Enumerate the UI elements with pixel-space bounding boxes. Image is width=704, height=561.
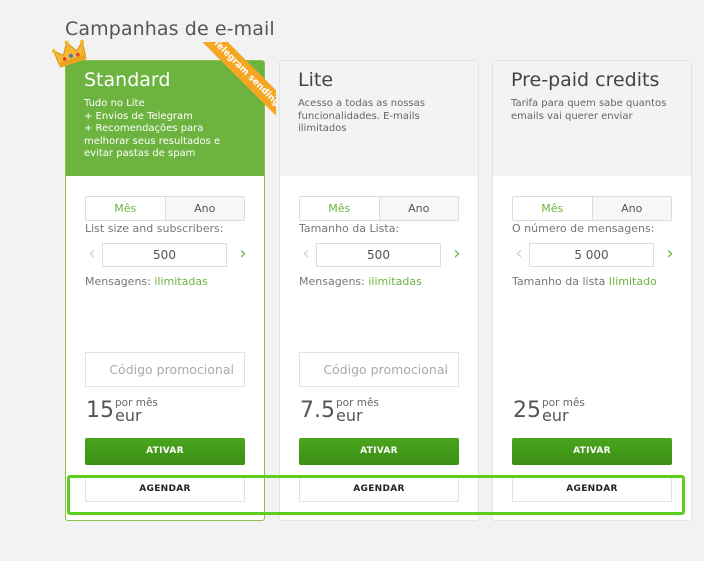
messages-info: Mensagens: ilimitadas xyxy=(85,275,208,288)
promo-code-input[interactable]: Código promocional xyxy=(299,352,459,387)
toggle-year[interactable]: Ano xyxy=(379,197,458,220)
price: 7.5 por mês eur xyxy=(300,396,379,426)
messages-value: Ilimitado xyxy=(608,275,657,288)
crown-icon xyxy=(52,39,87,68)
activate-button[interactable]: ATIVAR xyxy=(85,438,245,465)
activate-button[interactable]: ATIVAR xyxy=(512,438,672,465)
price: 25 por mês eur xyxy=(513,396,585,426)
quantity-input[interactable]: 5 000 xyxy=(529,243,654,267)
messages-value: ilimitadas xyxy=(368,275,422,288)
ribbon-label: Telegram sendings xyxy=(199,42,276,124)
toggle-month[interactable]: Mês xyxy=(300,197,380,220)
messages-label: Mensagens: xyxy=(299,275,369,288)
messages-label: Mensagens: xyxy=(85,275,155,288)
activate-button[interactable]: ATIVAR xyxy=(299,438,459,465)
price-currency: eur xyxy=(115,406,142,425)
quantity-input[interactable]: 500 xyxy=(102,243,227,267)
chevron-right-icon[interactable]: › xyxy=(663,243,677,267)
toggle-month[interactable]: Mês xyxy=(86,197,166,220)
quantity-stepper: ‹ 500 › xyxy=(299,243,464,267)
quantity-label: O número de mensagens: xyxy=(512,222,655,235)
schedule-buttons-highlight xyxy=(67,475,685,515)
plan-header: Pre-paid credits Tarifa para quem sabe q… xyxy=(493,61,691,176)
quantity-stepper: ‹ 5 000 › xyxy=(512,243,677,267)
price-amount: 7.5 xyxy=(300,398,335,423)
billing-period-toggle: Mês Ano xyxy=(299,196,459,221)
plan-card-prepaid: Pre-paid credits Tarifa para quem sabe q… xyxy=(492,60,692,521)
plan-card-lite: Lite Acesso a todas as nossas funcionali… xyxy=(279,60,479,521)
price-currency: eur xyxy=(542,406,569,425)
plan-name: Pre-paid credits xyxy=(511,69,660,91)
price: 15 por mês eur xyxy=(86,396,158,426)
chevron-right-icon[interactable]: › xyxy=(450,243,464,267)
quantity-label: Tamanho da Lista: xyxy=(299,222,400,235)
page-title: Campanhas de e-mail xyxy=(65,18,275,40)
toggle-month[interactable]: Mês xyxy=(513,197,593,220)
messages-info: Tamanho da lista Ilimitado xyxy=(512,275,657,288)
toggle-year[interactable]: Ano xyxy=(165,197,244,220)
messages-value: ilimitadas xyxy=(154,275,208,288)
toggle-year[interactable]: Ano xyxy=(592,197,671,220)
plan-name: Lite xyxy=(298,69,334,91)
price-amount: 15 xyxy=(86,398,114,423)
price-amount: 25 xyxy=(513,398,541,423)
chevron-left-icon[interactable]: ‹ xyxy=(512,243,526,267)
chevron-right-icon[interactable]: › xyxy=(236,243,250,267)
messages-label: Tamanho da lista xyxy=(512,275,609,288)
chevron-left-icon[interactable]: ‹ xyxy=(299,243,313,267)
price-currency: eur xyxy=(336,406,363,425)
plan-header: Lite Acesso a todas as nossas funcionali… xyxy=(280,61,478,176)
promo-code-input[interactable]: Código promocional xyxy=(85,352,245,387)
quantity-label: List size and subscribers: xyxy=(85,222,224,235)
billing-period-toggle: Mês Ano xyxy=(512,196,672,221)
chevron-left-icon[interactable]: ‹ xyxy=(85,243,99,267)
quantity-input[interactable]: 500 xyxy=(316,243,441,267)
plan-description: Acesso a todas as nossas funcionalidades… xyxy=(298,98,425,134)
plan-description: Tarifa para quem sabe quantos emails vai… xyxy=(511,98,667,122)
telegram-ribbon: Telegram sendings xyxy=(184,42,276,134)
billing-period-toggle: Mês Ano xyxy=(85,196,245,221)
quantity-stepper: ‹ 500 › xyxy=(85,243,250,267)
messages-info: Mensagens: ilimitadas xyxy=(299,275,422,288)
